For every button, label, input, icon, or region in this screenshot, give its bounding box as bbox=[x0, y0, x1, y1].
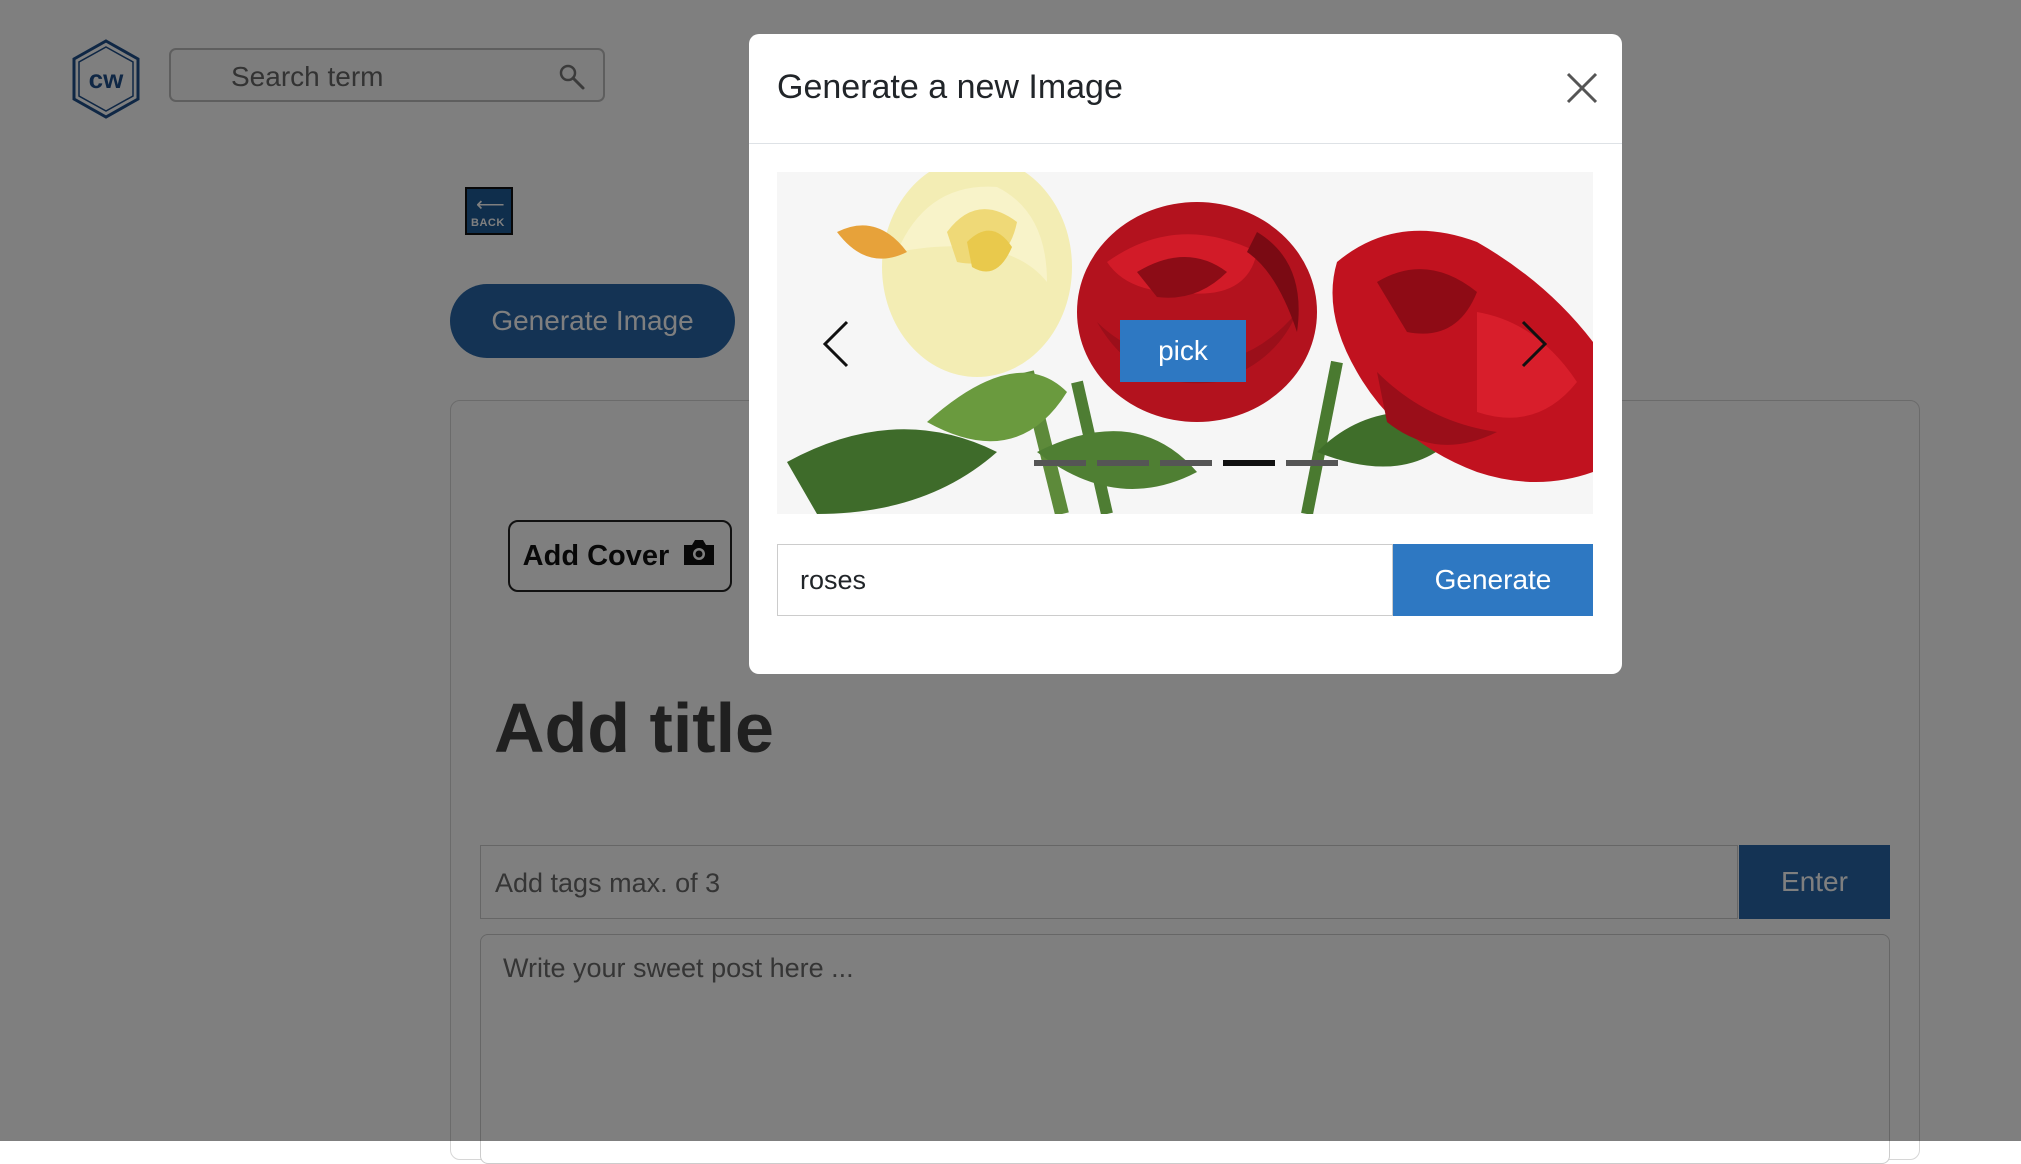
close-icon[interactable] bbox=[1564, 70, 1600, 106]
chevron-left-icon[interactable] bbox=[819, 318, 853, 370]
carousel-indicators bbox=[1034, 460, 1338, 466]
generate-button[interactable]: Generate bbox=[1393, 544, 1593, 616]
carousel-indicator[interactable] bbox=[1160, 460, 1212, 466]
carousel-indicator[interactable] bbox=[1034, 460, 1086, 466]
carousel-indicator[interactable] bbox=[1223, 460, 1275, 466]
modal-header: Generate a new Image bbox=[749, 34, 1622, 144]
image-carousel[interactable]: pick bbox=[777, 172, 1593, 514]
generate-image-modal: Generate a new Image pick roses Generate bbox=[749, 34, 1622, 674]
carousel-indicator[interactable] bbox=[1286, 460, 1338, 466]
modal-title: Generate a new Image bbox=[777, 68, 1123, 106]
chevron-right-icon[interactable] bbox=[1517, 318, 1551, 370]
pick-button[interactable]: pick bbox=[1120, 320, 1246, 382]
carousel-indicator[interactable] bbox=[1097, 460, 1149, 466]
image-prompt-input[interactable]: roses bbox=[777, 544, 1393, 616]
